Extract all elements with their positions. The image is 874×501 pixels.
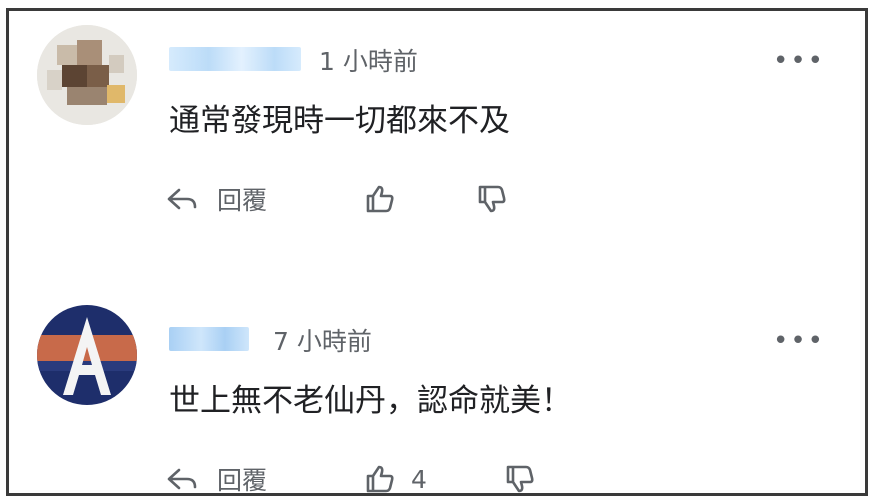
- comment-actions: 回覆 4: [165, 459, 685, 499]
- avatar-pixelated-image: [37, 25, 137, 125]
- dislike-button[interactable]: [475, 179, 509, 219]
- timestamp: 1 小時前: [319, 47, 418, 76]
- more-options-icon[interactable]: •••: [773, 48, 825, 74]
- timestamp: 7 小時前: [273, 327, 372, 356]
- thumbs-up-icon: [366, 465, 394, 493]
- comments-panel: 1 小時前 ••• 通常發現時一切都來不及 回覆 7 小時前 ••• 世上無不老…: [6, 8, 868, 496]
- reply-button[interactable]: 回覆: [165, 179, 267, 219]
- thumbs-down-icon: [506, 465, 534, 493]
- like-count: 4: [411, 464, 427, 494]
- reply-button[interactable]: 回覆: [165, 459, 267, 499]
- reply-label: 回覆: [217, 466, 268, 495]
- avatar[interactable]: [37, 25, 137, 125]
- comment-text: 世上無不老仙丹，認命就美！: [169, 383, 572, 419]
- thumbs-down-icon: [478, 185, 506, 213]
- avatar[interactable]: [37, 305, 137, 405]
- reply-icon: [167, 188, 197, 210]
- like-button[interactable]: 4: [363, 459, 427, 499]
- reply-icon: [167, 468, 197, 490]
- dislike-button[interactable]: [503, 459, 537, 499]
- like-button[interactable]: [363, 179, 411, 219]
- more-options-icon[interactable]: •••: [773, 328, 825, 354]
- reply-label: 回覆: [217, 186, 268, 215]
- avatar-letter-image: [37, 305, 137, 405]
- comment-actions: 回覆: [165, 179, 685, 219]
- comment-text: 通常發現時一切都來不及: [169, 103, 510, 139]
- thumbs-up-icon: [366, 185, 394, 213]
- username-blurred[interactable]: [169, 47, 301, 71]
- username-blurred[interactable]: [169, 327, 249, 351]
